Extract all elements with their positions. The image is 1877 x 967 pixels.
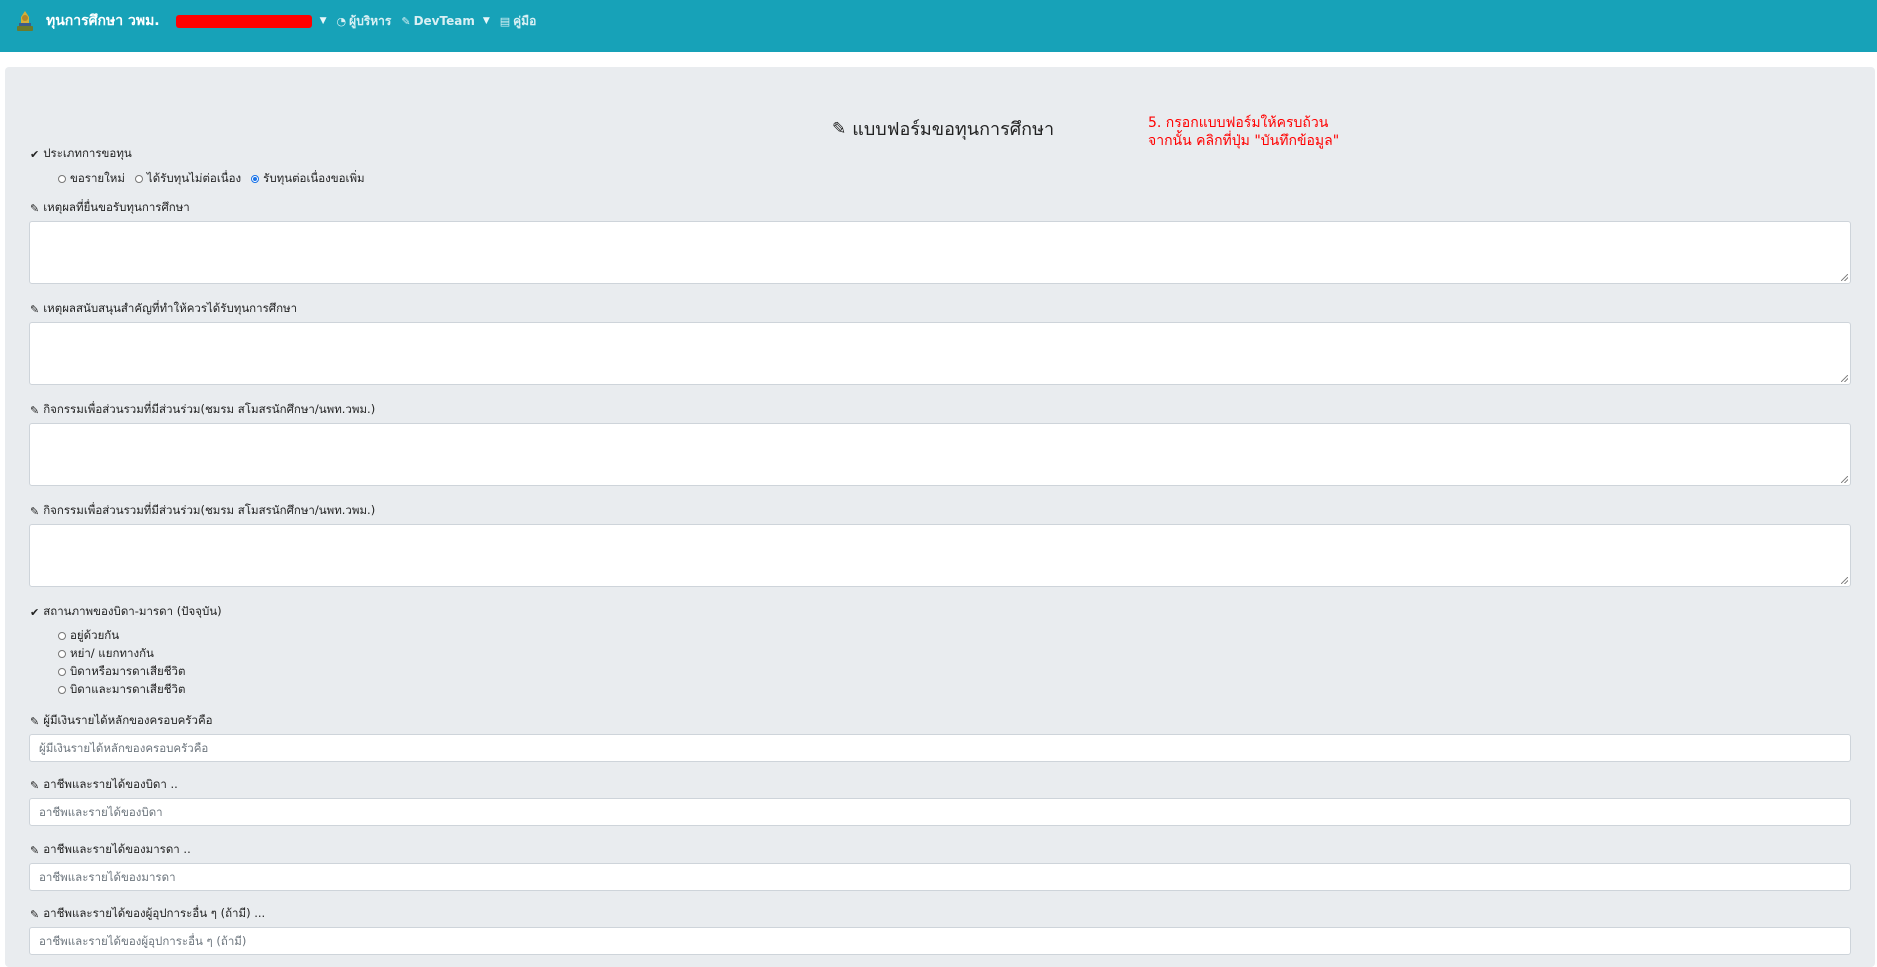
- pencil-icon: ✎: [30, 403, 40, 417]
- user-dropdown[interactable]: user ▼: [175, 14, 327, 28]
- nav-link-manual[interactable]: ▤ คู่มือ: [500, 12, 537, 31]
- radio-button[interactable]: [58, 686, 66, 694]
- guardian-income-label: ✎ อาชีพและรายได้ของผู้อุปการะอื่น ๆ (ถ้า…: [30, 905, 265, 923]
- guardian-income-input[interactable]: [29, 927, 1851, 955]
- label-text: ผู้มีเงินรายได้หลักของครอบครัวคือ: [43, 713, 213, 727]
- pencil-icon: ✎: [30, 778, 40, 792]
- scholarship-type-options: ขอรายใหม่ ได้รับทุนไม่ต่อเนื่อง รับทุนต่…: [58, 170, 375, 188]
- radio-label: อยู่ด้วยกัน: [70, 628, 120, 642]
- book-icon: ▤: [499, 14, 511, 28]
- label-text: กิจกรรมเพื่อส่วนรวมที่มีส่วนร่วม(ชมรม สโ…: [43, 402, 376, 416]
- radio-button[interactable]: [134, 175, 143, 183]
- radio-non-continuous[interactable]: ได้รับทุนไม่ต่อเนื่อง: [134, 170, 242, 188]
- radio-label: บิดาหรือมารดาเสียชีวิต: [70, 664, 186, 678]
- pencil-icon: ✎: [30, 504, 40, 518]
- reason-textarea[interactable]: [29, 221, 1851, 284]
- label-text: ประเภทการขอทุน: [43, 146, 132, 160]
- nav-link-label: DevTeam: [413, 14, 475, 28]
- scholarship-type-label: ✔ ประเภทการขอทุน: [30, 145, 132, 163]
- radio-label: รับทุนต่อเนื่องขอเพิ่ม: [263, 171, 365, 185]
- radio-button[interactable]: [58, 175, 66, 183]
- edit-icon: ✎: [832, 118, 847, 139]
- radio-both-parents-deceased[interactable]: บิดาและมารดาเสียชีวิต: [58, 681, 185, 699]
- radio-label: ได้รับทุนไม่ต่อเนื่อง: [146, 171, 242, 185]
- nav-link-label: ผู้บริหาร: [349, 13, 392, 28]
- chevron-down-icon: ▼: [482, 16, 490, 26]
- radio-continuous-additional[interactable]: รับทุนต่อเนื่องขอเพิ่ม: [251, 170, 365, 188]
- pencil-icon: ✎: [30, 714, 40, 728]
- radio-living-together[interactable]: อยู่ด้วยกัน: [58, 627, 119, 645]
- navbar-brand[interactable]: ทุนการศึกษา วพม.: [14, 9, 160, 33]
- pencil-icon: ✎: [30, 302, 40, 316]
- chevron-down-icon: ▼: [319, 16, 327, 26]
- main-earner-input[interactable]: [29, 734, 1851, 762]
- hint-line-2: จากนั้น คลิกที่ปุ่ม "บันทึกข้อมูล": [1148, 133, 1340, 149]
- support-reason-textarea[interactable]: [29, 322, 1851, 385]
- activity-label-2: ✎ กิจกรรมเพื่อส่วนรวมที่มีส่วนร่วม(ชมรม …: [30, 502, 375, 520]
- nav-link-devteam[interactable]: ✎ DevTeam ▼: [401, 14, 489, 28]
- label-text: อาชีพและรายได้ของผู้อุปการะอื่น ๆ (ถ้ามี…: [43, 906, 266, 920]
- activity-label-1: ✎ กิจกรรมเพื่อส่วนรวมที่มีส่วนร่วม(ชมรม …: [30, 401, 375, 419]
- father-income-input[interactable]: [29, 798, 1851, 826]
- label-text: อาชีพและรายได้ของมารดา ..: [43, 842, 191, 856]
- father-income-label: ✎ อาชีพและรายได้ของบิดา ..: [30, 776, 178, 794]
- user-name-redacted: user: [175, 14, 312, 28]
- parent-status-label: ✔ สถานภาพของบิดา-มารดา (ปัจจุบัน): [30, 603, 222, 621]
- label-text: อาชีพและรายได้ของบิดา ..: [43, 777, 178, 791]
- instruction-hint: 5. กรอกแบบฟอร์มให้ครบถ้วน จากนั้น คลิกที…: [1148, 114, 1339, 150]
- activity-textarea-2[interactable]: [29, 524, 1851, 587]
- reason-label: ✎ เหตุผลที่ยื่นขอรับทุนการศึกษา: [30, 199, 190, 217]
- pencil-icon: ✎: [30, 907, 40, 921]
- brand-title: ทุนการศึกษา วพม.: [46, 13, 160, 29]
- radio-label: บิดาและมารดาเสียชีวิต: [70, 682, 186, 696]
- top-navbar: ทุนการศึกษา วพม. user ▼ ◔ ผู้บริหาร ✎ De…: [0, 0, 1877, 52]
- magic-wand-icon: ✎: [401, 14, 411, 28]
- label-text: เหตุผลสนับสนุนสำคัญที่ทำให้ควรได้รับทุนก…: [43, 301, 298, 315]
- activity-textarea-1[interactable]: [29, 423, 1851, 486]
- radio-button[interactable]: [58, 668, 66, 676]
- radio-button[interactable]: [251, 175, 260, 183]
- label-text: กิจกรรมเพื่อส่วนรวมที่มีส่วนร่วม(ชมรม สโ…: [43, 503, 376, 517]
- mother-income-label: ✎ อาชีพและรายได้ของมารดา ..: [30, 841, 191, 859]
- form-title-text: แบบฟอร์มขอทุนการศึกษา: [852, 119, 1055, 140]
- radio-divorced[interactable]: หย่า/ แยกทางกัน: [58, 645, 154, 663]
- main-earner-label: ✎ ผู้มีเงินรายได้หลักของครอบครัวคือ: [30, 712, 213, 730]
- radio-new-request[interactable]: ขอรายใหม่: [58, 170, 125, 188]
- label-text: เหตุผลที่ยื่นขอรับทุนการศึกษา: [43, 200, 190, 214]
- nav-link-executive[interactable]: ◔ ผู้บริหาร: [337, 12, 392, 31]
- radio-label: ขอรายใหม่: [70, 171, 125, 185]
- nav-link-label: คู่มือ: [513, 13, 537, 28]
- radio-label: หย่า/ แยกทางกัน: [70, 646, 154, 660]
- support-reason-label: ✎ เหตุผลสนับสนุนสำคัญที่ทำให้ควรได้รับทุ…: [30, 300, 297, 318]
- check-icon: ✔: [30, 147, 40, 161]
- pencil-icon: ✎: [30, 843, 40, 857]
- logo-icon: [17, 11, 33, 31]
- pencil-icon: ✎: [30, 201, 40, 215]
- mother-income-input[interactable]: [29, 863, 1851, 891]
- radio-button[interactable]: [58, 650, 66, 658]
- label-text: สถานภาพของบิดา-มารดา (ปัจจุบัน): [43, 604, 222, 618]
- radio-button[interactable]: [58, 632, 66, 640]
- chart-pie-icon: ◔: [336, 14, 347, 28]
- check-icon: ✔: [30, 605, 40, 619]
- hint-line-1: 5. กรอกแบบฟอร์มให้ครบถ้วน: [1148, 115, 1329, 131]
- form-title: ✎ แบบฟอร์มขอทุนการศึกษา: [832, 114, 1054, 143]
- radio-one-parent-deceased[interactable]: บิดาหรือมารดาเสียชีวิต: [58, 663, 185, 681]
